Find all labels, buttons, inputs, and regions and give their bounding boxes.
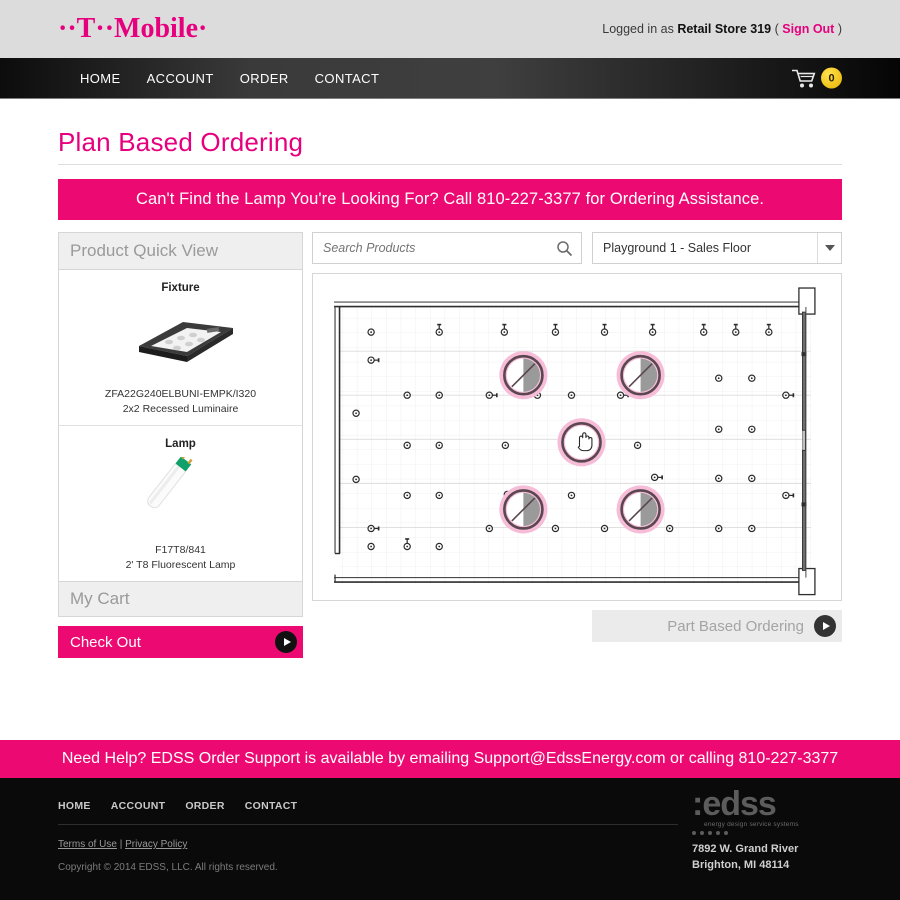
check-out-button[interactable]: Check Out <box>58 626 303 658</box>
footer-nav-account[interactable]: ACCOUNT <box>111 800 166 812</box>
cart-widget[interactable]: 0 <box>791 67 842 89</box>
selected-fixture-5[interactable] <box>616 485 665 534</box>
recessed-luminaire-icon <box>138 322 233 362</box>
help-banner: Need Help? EDSS Order Support is availab… <box>0 740 900 778</box>
edss-logo: :edss <box>692 785 777 823</box>
site-footer: HOME ACCOUNT ORDER CONTACT Terms of Use … <box>0 778 900 900</box>
sign-out-link[interactable]: Sign Out <box>782 22 834 36</box>
left-column: Product Quick View Fixture ZFA22G240ELBU… <box>58 232 303 658</box>
store-floor-plan[interactable] <box>313 274 841 601</box>
search-box[interactable] <box>312 232 582 264</box>
edss-branding: :edss energy design service systems 7892… <box>692 785 842 874</box>
nav-item-contact[interactable]: CONTACT <box>315 71 380 86</box>
shopping-cart-icon <box>792 69 816 87</box>
main-navigation: HOME ACCOUNT ORDER CONTACT 0 <box>0 58 900 99</box>
tmobile-logo: ··T··Mobile· <box>58 13 208 44</box>
part-based-ordering-label: Part Based Ordering <box>667 617 804 635</box>
product-quick-view-body: Fixture ZFA22G240ELBUNI-EMPK/I320 2x2 Re… <box>58 270 303 582</box>
toolbar: Playground 1 - Sales Floor <box>312 232 842 264</box>
link-separator: | <box>119 839 123 850</box>
content-row: Product Quick View Fixture ZFA22G240ELBU… <box>58 232 842 658</box>
account-name: Retail Store 319 <box>677 22 772 36</box>
address-line-2: Brighton, MI 48114 <box>692 859 790 872</box>
paren-open: ( <box>774 22 779 36</box>
fluorescent-tube-icon <box>146 457 193 509</box>
arrow-right-icon <box>814 615 836 637</box>
login-status: Logged in as Retail Store 319 ( Sign Out… <box>602 22 842 36</box>
fixture-label: Fixture <box>161 282 200 294</box>
location-select[interactable]: Playground 1 - Sales Floor <box>592 232 842 264</box>
fixture-part-number: ZFA22G240ELBUNI-EMPK/I320 <box>104 388 257 400</box>
right-column: Playground 1 - Sales Floor <box>312 232 842 642</box>
lamp-image <box>69 454 292 540</box>
arrow-right-icon <box>275 631 297 653</box>
check-out-label: Check Out <box>70 633 141 651</box>
page-title: Plan Based Ordering <box>58 127 304 157</box>
floor-plan-viewer[interactable] <box>312 273 842 601</box>
product-quick-view-header: Product Quick View <box>58 232 303 270</box>
paren-close: ) <box>837 22 842 36</box>
fixture-section: Fixture ZFA22G240ELBUNI-EMPK/I320 2x2 Re… <box>59 270 302 425</box>
lamp-label: Lamp <box>165 438 196 450</box>
fixture-image <box>69 298 292 384</box>
footer-nav-home[interactable]: HOME <box>58 800 91 812</box>
logged-in-prefix: Logged in as <box>602 22 674 36</box>
page-root: ··T··Mobile· Logged in as Retail Store 3… <box>0 0 900 900</box>
terms-of-use-link[interactable]: Terms of Use <box>58 839 117 850</box>
privacy-policy-link[interactable]: Privacy Policy <box>125 839 187 850</box>
part-based-ordering-button[interactable]: Part Based Ordering <box>592 610 842 642</box>
nav-item-account[interactable]: ACCOUNT <box>147 71 214 86</box>
selected-fixture-2[interactable] <box>616 351 665 400</box>
footer-nav-order[interactable]: ORDER <box>185 800 224 812</box>
nav-item-home[interactable]: HOME <box>80 71 121 86</box>
footer-divider <box>58 824 678 825</box>
main-content: Plan Based Ordering Can't Find the Lamp … <box>0 99 900 658</box>
edss-address: 7892 W. Grand River Brighton, MI 48114 <box>692 842 842 874</box>
chevron-down-icon[interactable] <box>817 233 841 263</box>
my-cart-header: My Cart <box>58 582 303 617</box>
edss-dots-decoration <box>692 831 842 836</box>
promo-banner: Can't Find the Lamp You're Looking For? … <box>58 179 842 220</box>
search-icon[interactable] <box>556 240 573 257</box>
address-line-1: 7892 W. Grand River <box>692 843 799 856</box>
top-bar: ··T··Mobile· Logged in as Retail Store 3… <box>0 0 900 58</box>
selected-fixture-4[interactable] <box>499 485 548 534</box>
lamp-description: 2' T8 Fluorescent Lamp <box>125 559 236 571</box>
lamp-section: Lamp F17T8/841 2' T8 Fluorescent Lamp <box>59 425 302 581</box>
location-select-value: Playground 1 - Sales Floor <box>603 241 751 255</box>
cart-count-badge: 0 <box>821 67 842 89</box>
search-input[interactable] <box>323 241 556 255</box>
title-divider <box>58 164 842 165</box>
nav-item-order[interactable]: ORDER <box>240 71 289 86</box>
lamp-part-number: F17T8/841 <box>155 544 206 556</box>
selected-fixture-1[interactable] <box>499 351 548 400</box>
edss-tagline: energy design service systems <box>704 821 799 829</box>
bottom-row: Part Based Ordering <box>312 610 842 642</box>
footer-nav-contact[interactable]: CONTACT <box>245 800 298 812</box>
fixture-description: 2x2 Recessed Luminaire <box>122 403 239 415</box>
nav-item-list: HOME ACCOUNT ORDER CONTACT <box>80 71 379 86</box>
